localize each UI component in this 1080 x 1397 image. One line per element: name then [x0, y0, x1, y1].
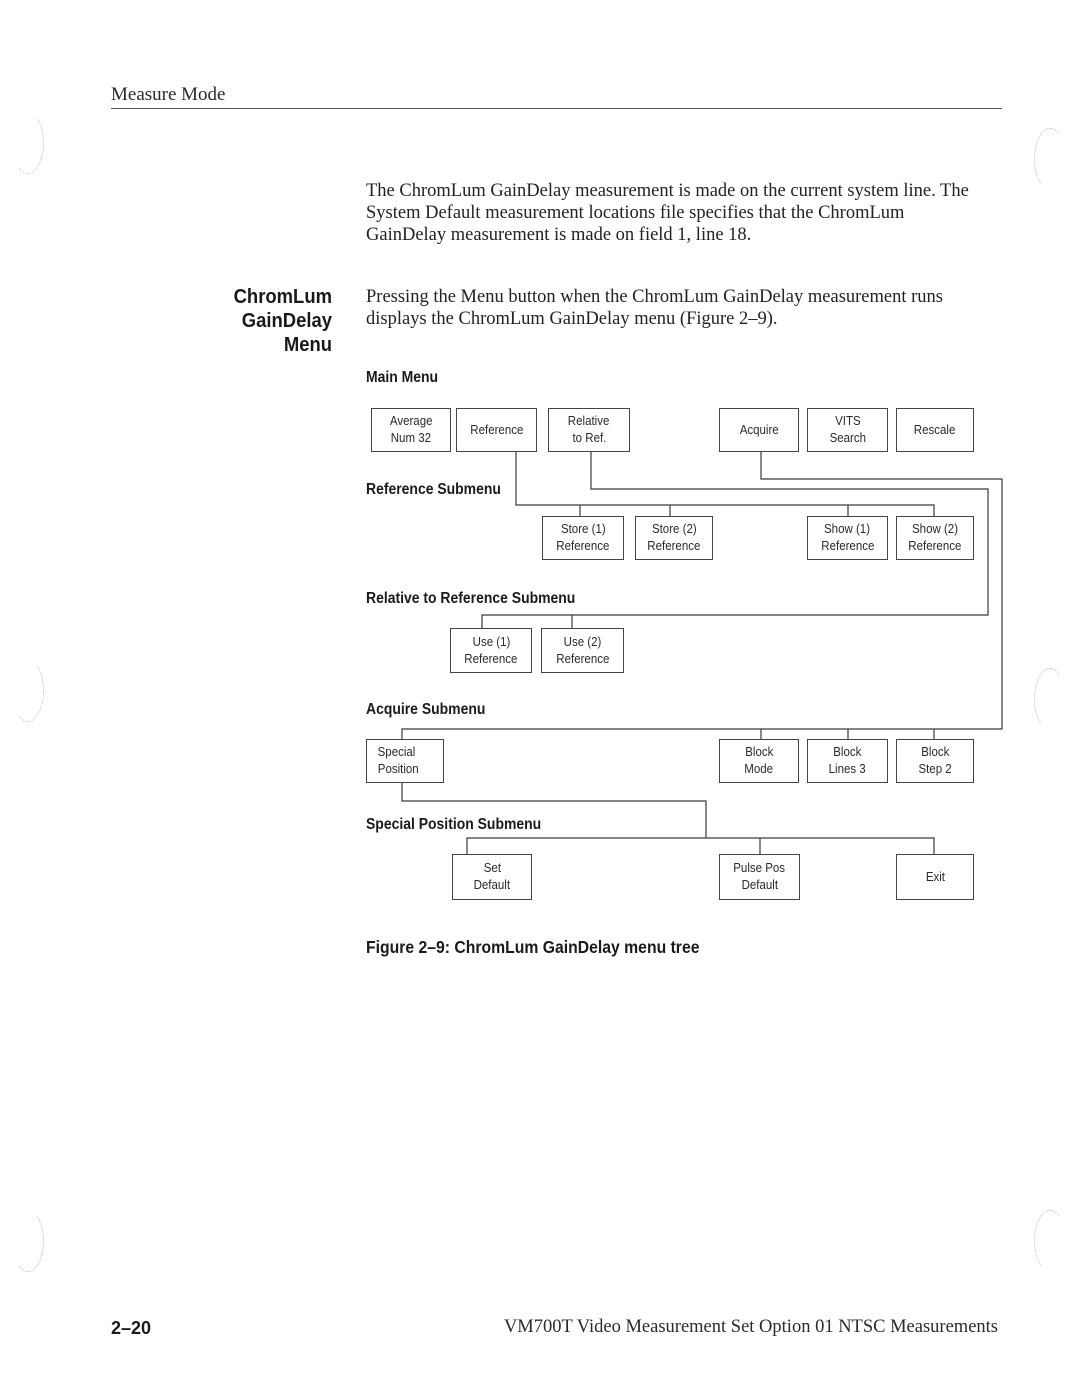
menu-button-reference[interactable]: Reference	[456, 408, 537, 452]
menu-button-label: Block	[833, 745, 862, 759]
menu-button-exit[interactable]: Exit	[896, 854, 974, 900]
menu-button-acquire[interactable]: Acquire	[719, 408, 799, 452]
menu-button-label: Pulse Pos	[733, 861, 786, 875]
menu-tree-connectors	[401, 452, 1003, 854]
menu-button-block-step[interactable]: Block Step 2	[896, 739, 974, 783]
menu-button-label: Exit	[925, 869, 945, 884]
special-position-submenu-label: Special Position Submenu	[366, 816, 542, 833]
menu-button-show2-reference[interactable]: Show (2) Reference	[896, 516, 974, 560]
menu-button-label: Reference	[820, 539, 875, 553]
figure-caption: Figure 2–9: ChromLum GainDelay menu tree	[366, 937, 700, 957]
menu-button-label: Default	[741, 878, 778, 892]
menu-button-label: Search	[829, 431, 866, 445]
connector-reference	[515, 452, 935, 516]
menu-button-set-default[interactable]: Set Default	[452, 854, 532, 900]
menu-button-label: Acquire	[739, 422, 779, 437]
menu-button-label: Use (1)	[472, 634, 510, 649]
menu-button-label: Show (2)	[911, 522, 959, 536]
menu-button-label: Reference	[555, 651, 610, 666]
menu-button-label: Store (1)	[560, 522, 606, 536]
menu-button-relative-to-ref[interactable]: Relative to Ref.	[548, 408, 630, 452]
menu-button-label: Reference	[464, 651, 518, 666]
menu-button-store2-reference[interactable]: Store (2) Reference	[635, 516, 713, 560]
menu-button-label: Average	[389, 414, 433, 428]
menu-button-label: Rescale	[914, 422, 956, 437]
menu-button-label: Reference	[556, 539, 610, 553]
acquire-submenu-label: Acquire Submenu	[366, 701, 486, 718]
menu-button-use1-reference[interactable]: Use (1) Reference	[450, 628, 532, 673]
menu-button-special-position[interactable]: Special Position	[366, 739, 444, 783]
menu-button-block-lines[interactable]: Block Lines 3	[807, 739, 888, 783]
menu-button-label: Lines 3	[828, 762, 867, 776]
menu-button-label: Special	[377, 745, 416, 759]
page-number: 2–20	[111, 1318, 152, 1338]
menu-button-label: Num 32	[390, 431, 432, 445]
menu-button-label: Step 2	[918, 762, 952, 776]
menu-button-label: Show (1)	[824, 522, 871, 536]
menu-button-average-num[interactable]: Average Num 32	[371, 408, 451, 452]
menu-button-label: Position	[377, 762, 419, 776]
menu-button-store1-reference[interactable]: Store (1) Reference	[542, 516, 624, 560]
main-menu-label: Main Menu	[366, 369, 439, 386]
menu-button-rescale[interactable]: Rescale	[896, 408, 974, 452]
menu-button-pulse-pos-default[interactable]: Pulse Pos Default	[719, 854, 800, 900]
menu-button-label: Reference	[908, 539, 962, 553]
menu-button-label: Block	[744, 745, 774, 759]
menu-button-label: Reference	[469, 422, 524, 437]
menu-button-label: Reference	[647, 539, 701, 553]
menu-button-label: Use (2)	[563, 634, 602, 649]
reference-submenu-label: Reference Submenu	[366, 481, 501, 498]
menu-button-show1-reference[interactable]: Show (1) Reference	[807, 516, 888, 560]
connector-special-submenu-bus	[466, 837, 935, 854]
menu-button-label: Store (2)	[651, 522, 697, 536]
menu-button-vits-search[interactable]: VITS Search	[807, 408, 888, 452]
relative-submenu-label: Relative to Reference Submenu	[366, 590, 576, 607]
menu-button-label: VITS	[834, 414, 861, 428]
menu-button-label: to Ref.	[572, 431, 606, 445]
menu-button-label: Set	[483, 861, 501, 875]
menu-button-label: Mode	[744, 762, 774, 776]
menu-button-use2-reference[interactable]: Use (2) Reference	[541, 628, 624, 673]
menu-button-label: Relative	[568, 414, 610, 428]
menu-button-block-mode[interactable]: Block Mode	[719, 739, 799, 783]
menu-button-label: Default	[473, 878, 511, 892]
footer-title: VM700T Video Measurement Set Option 01 N…	[503, 1317, 998, 1337]
menu-button-label: Block	[920, 745, 950, 759]
